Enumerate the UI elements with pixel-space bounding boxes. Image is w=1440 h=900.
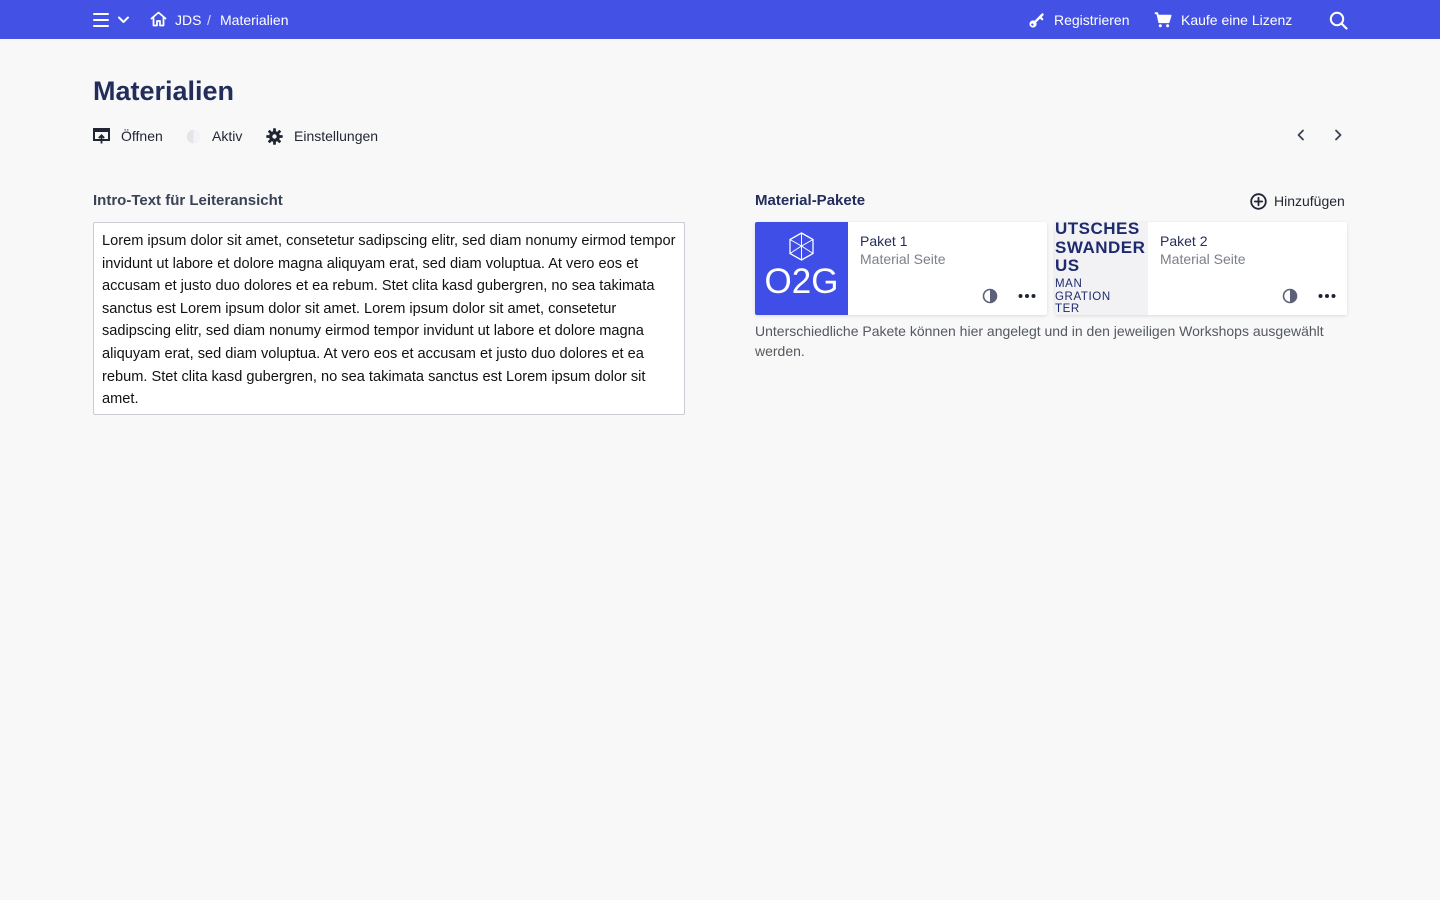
key-icon xyxy=(1029,12,1044,28)
plus-circle-icon xyxy=(1250,192,1267,210)
cart-icon xyxy=(1154,12,1172,28)
packages-heading: Material-Pakete xyxy=(755,192,866,209)
chevron-down-icon xyxy=(118,16,129,23)
breadcrumb-separator: / xyxy=(207,12,211,28)
intro-text-field[interactable]: Lorem ipsum dolor sit amet, consetetur s… xyxy=(93,222,685,415)
buy-license-label: Kaufe eine Lizenz xyxy=(1181,12,1293,28)
register-label: Registrieren xyxy=(1054,12,1130,28)
thumbnail-text-line: US xyxy=(1055,256,1080,275)
package-thumbnail-text: O2G xyxy=(764,262,839,301)
package-card[interactable]: O2G Paket 1 Material Seite xyxy=(755,222,1047,315)
buy-license-link[interactable]: Kaufe eine Lizenz xyxy=(1154,10,1292,30)
gear-icon xyxy=(266,127,283,145)
open-icon xyxy=(93,128,110,144)
contrast-icon[interactable] xyxy=(1282,288,1298,304)
more-options-icon[interactable] xyxy=(1318,288,1336,304)
search-icon[interactable] xyxy=(1329,11,1348,30)
home-icon[interactable] xyxy=(150,11,167,27)
package-subtitle: Material Seite xyxy=(1160,251,1246,267)
package-card[interactable]: UTSCHES SWANDER US MAN GRATION TER Paket… xyxy=(1055,222,1347,315)
intro-heading: Intro-Text für Leiteransicht xyxy=(93,192,283,209)
cube-logo-icon xyxy=(789,232,814,261)
main-menu-button[interactable] xyxy=(93,11,133,29)
open-label: Öffnen xyxy=(121,128,163,144)
settings-button[interactable]: Einstellungen xyxy=(266,126,378,146)
add-package-button[interactable]: Hinzufügen xyxy=(1250,192,1345,210)
chevron-left-icon[interactable] xyxy=(1293,127,1309,143)
thumbnail-text-line: UTSCHES xyxy=(1055,222,1140,238)
contrast-icon[interactable] xyxy=(982,288,998,304)
breadcrumb-root[interactable]: JDS xyxy=(175,12,201,28)
active-label: Aktiv xyxy=(212,128,243,144)
packages-help-text: Unterschiedliche Pakete können hier ange… xyxy=(755,323,1324,359)
page-title: Materialien xyxy=(93,76,235,106)
chevron-right-icon[interactable] xyxy=(1330,127,1346,143)
thumbnail-text-line: TER xyxy=(1055,303,1080,315)
package-thumbnail: UTSCHES SWANDER US MAN GRATION TER xyxy=(1055,222,1148,315)
thumbnail-text-line: GRATION xyxy=(1055,290,1111,303)
top-navigation-bar: JDS / Materialien Registrieren Kaufe ein… xyxy=(0,0,1440,39)
package-thumbnail: O2G xyxy=(755,222,848,315)
breadcrumb-current[interactable]: Materialien xyxy=(220,12,288,28)
package-title: Paket 1 xyxy=(860,233,908,249)
thumbnail-text-line: SWANDER xyxy=(1055,237,1146,257)
thumbnail-text-line: MAN xyxy=(1055,278,1083,290)
hamburger-icon xyxy=(93,13,109,27)
package-title: Paket 2 xyxy=(1160,233,1208,249)
settings-label: Einstellungen xyxy=(294,128,379,144)
more-options-icon[interactable] xyxy=(1018,288,1036,304)
package-subtitle: Material Seite xyxy=(860,251,946,267)
half-circle-icon xyxy=(186,129,201,143)
register-link[interactable]: Registrieren xyxy=(1028,10,1129,30)
add-package-label: Hinzufügen xyxy=(1274,193,1345,209)
open-button[interactable]: Öffnen xyxy=(93,126,163,146)
active-toggle[interactable]: Aktiv xyxy=(186,126,242,146)
